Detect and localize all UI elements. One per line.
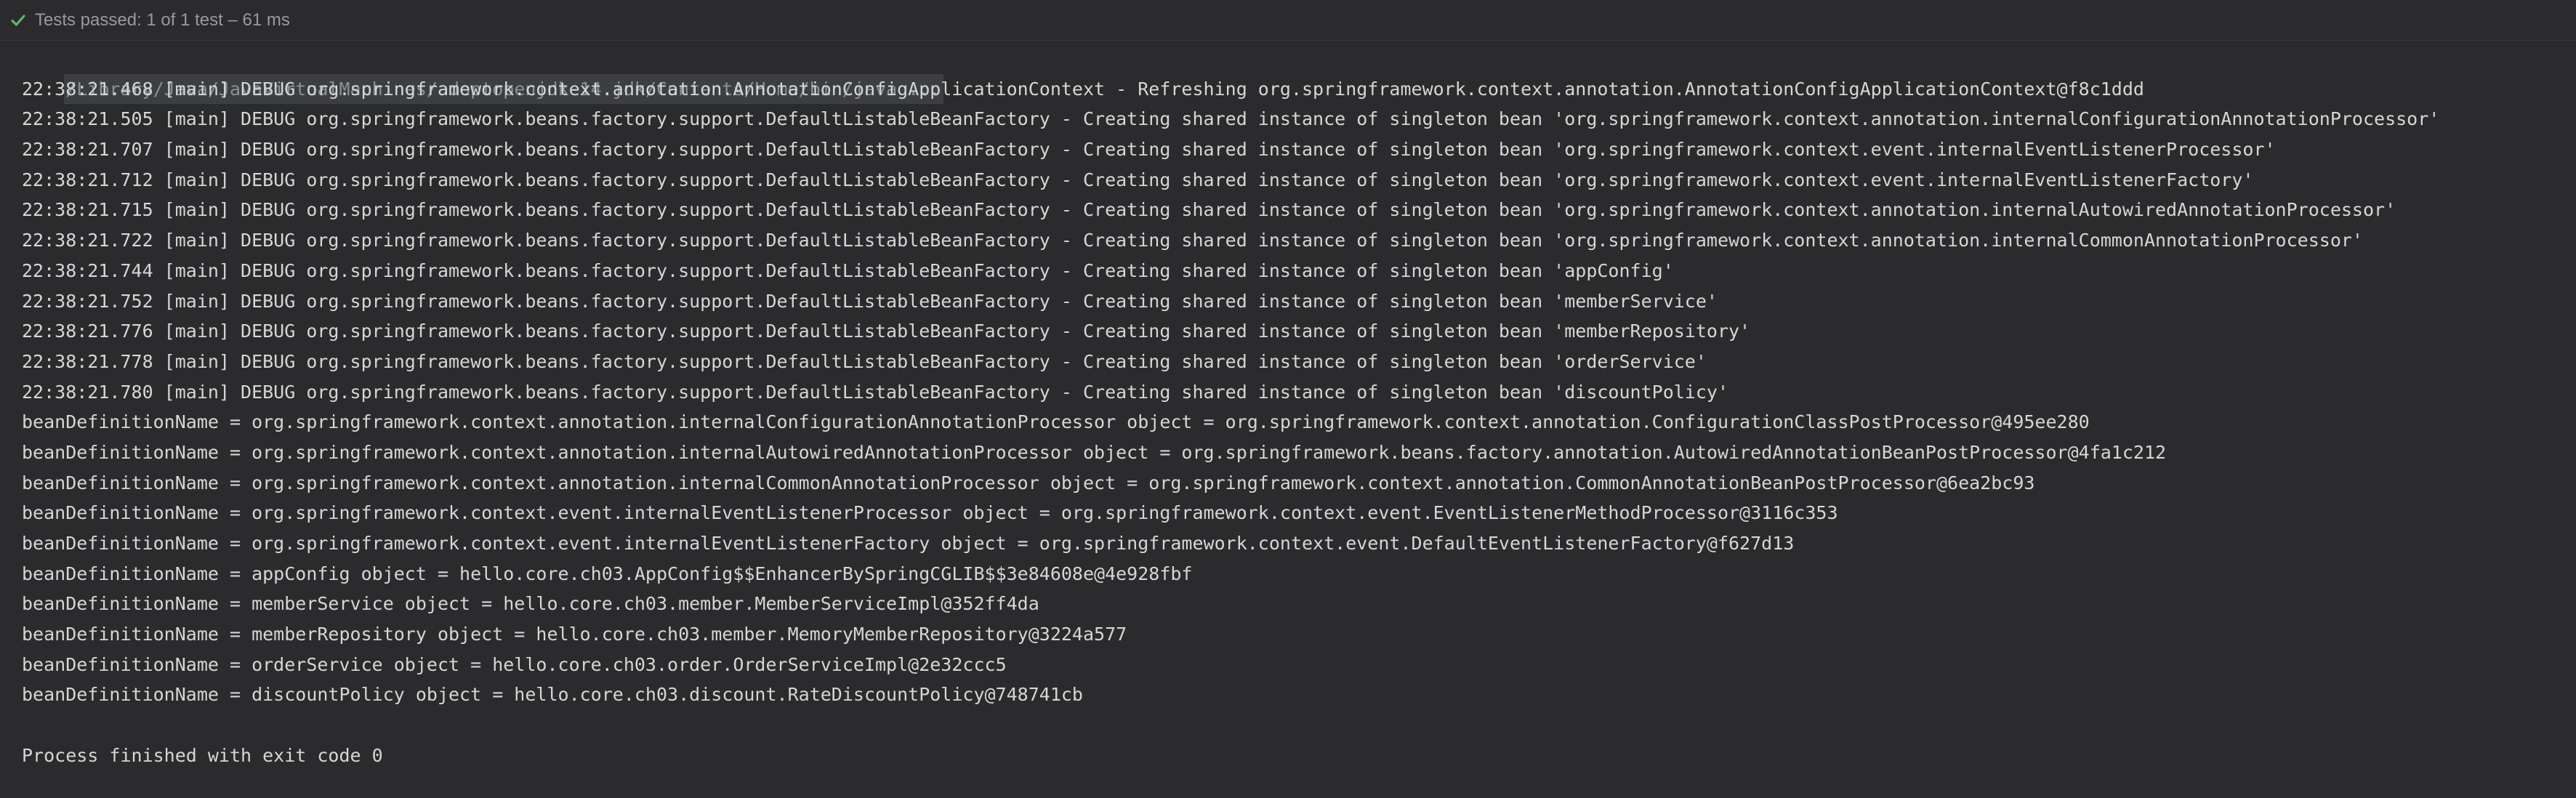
check-icon xyxy=(9,11,28,30)
log-line: 22:38:21.752 [main] DEBUG org.springfram… xyxy=(22,290,1718,312)
log-line: 22:38:21.715 [main] DEBUG org.springfram… xyxy=(22,199,2396,221)
log-line: 22:38:21.776 [main] DEBUG org.springfram… xyxy=(22,321,1751,342)
output-line: beanDefinitionName = memberRepository ob… xyxy=(22,624,1127,645)
log-line: 22:38:21.707 [main] DEBUG org.springfram… xyxy=(22,139,2276,161)
output-line: beanDefinitionName = org.springframework… xyxy=(22,533,1795,554)
command-line-row: /Library/Java/JavaVirtualMachines/adopto… xyxy=(22,44,2576,105)
log-line: 22:38:21.778 [main] DEBUG org.springfram… xyxy=(22,350,1707,372)
output-line: beanDefinitionName = org.springframework… xyxy=(22,502,1838,524)
log-line: 22:38:21.744 [main] DEBUG org.springfram… xyxy=(22,259,1674,281)
log-line: 22:38:21.505 [main] DEBUG org.springfram… xyxy=(22,108,2440,130)
output-line: beanDefinitionName = orderService object… xyxy=(22,653,1007,675)
log-line: 22:38:21.722 [main] DEBUG org.springfram… xyxy=(22,230,2363,251)
log-line: 22:38:21.780 [main] DEBUG org.springfram… xyxy=(22,381,1728,403)
output-line: beanDefinitionName = org.springframework… xyxy=(22,411,2090,433)
test-status-text: Tests passed: 1 of 1 test – 61 ms xyxy=(35,9,290,30)
test-status-bar: Tests passed: 1 of 1 test – 61 ms xyxy=(0,0,2576,41)
output-line: beanDefinitionName = org.springframework… xyxy=(22,472,2035,493)
output-line: beanDefinitionName = memberService objec… xyxy=(22,593,1039,615)
exit-message: Process finished with exit code 0 xyxy=(22,744,383,766)
output-line: beanDefinitionName = appConfig object = … xyxy=(22,563,1193,584)
console-output[interactable]: /Library/Java/JavaVirtualMachines/adopto… xyxy=(0,41,2576,798)
log-line: 22:38:21.468 [main] DEBUG org.springfram… xyxy=(22,78,2144,100)
output-line: beanDefinitionName = discountPolicy obje… xyxy=(22,684,1083,706)
output-line: beanDefinitionName = org.springframework… xyxy=(22,441,2167,463)
log-line: 22:38:21.712 [main] DEBUG org.springfram… xyxy=(22,169,2254,190)
